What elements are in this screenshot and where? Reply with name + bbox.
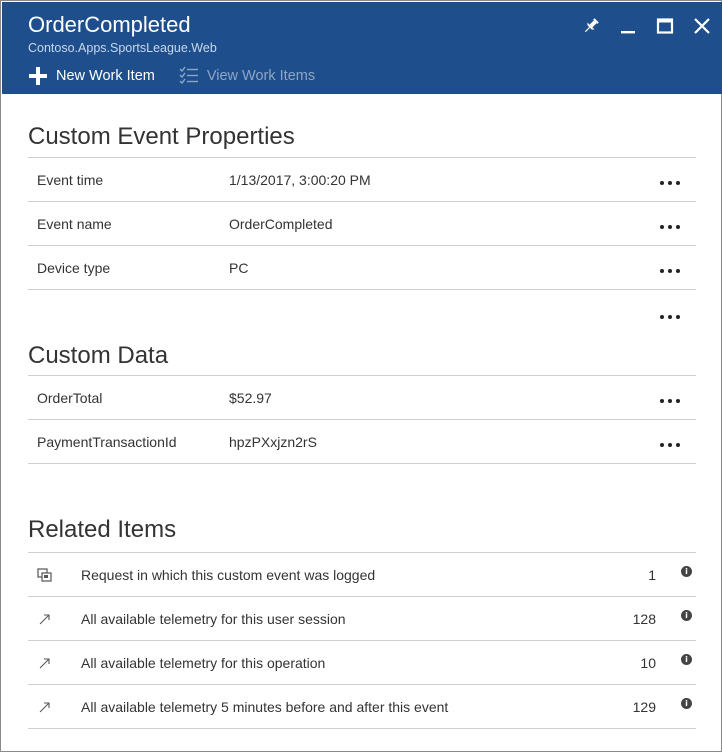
related-item-count: 128 (632, 611, 656, 627)
related-item-label: All available telemetry for this operati… (81, 655, 326, 671)
property-row-event-time: Event time 1/13/2017, 3:00:20 PM (28, 158, 696, 202)
custom-data-title: Custom Data (28, 342, 169, 369)
view-work-items-button[interactable]: View Work Items (179, 66, 315, 86)
property-value: PC (229, 260, 249, 276)
more-options-icon[interactable] (660, 388, 682, 408)
arrow-link-icon (37, 611, 53, 627)
more-options-icon[interactable] (660, 432, 682, 452)
custom-event-properties-table: Event time 1/13/2017, 3:00:20 PM Event n… (28, 157, 696, 290)
info-icon[interactable]: i (681, 698, 692, 709)
info-icon[interactable]: i (681, 654, 692, 665)
property-key: Event time (37, 172, 104, 188)
related-item-user-session[interactable]: All available telemetry for this user se… (28, 597, 696, 641)
related-items-list: Request in which this custom event was l… (28, 552, 696, 729)
related-item-label: All available telemetry for this user se… (81, 611, 346, 627)
related-item-label: All available telemetry 5 minutes before… (81, 699, 449, 715)
property-value: $52.97 (229, 390, 272, 406)
arrow-link-icon (37, 699, 53, 715)
property-key: PaymentTransactionId (37, 434, 177, 450)
blade-subtitle: Contoso.Apps.SportsLeague.Web (28, 41, 217, 55)
minimize-icon[interactable] (616, 14, 640, 38)
more-options-icon[interactable] (660, 258, 682, 278)
info-icon[interactable]: i (681, 610, 692, 621)
property-row-device-type: Device type PC (28, 246, 696, 290)
section-actions (28, 290, 696, 334)
custom-data-row-order-total: OrderTotal $52.97 (28, 376, 696, 420)
custom-event-properties-title: Custom Event Properties (28, 123, 295, 150)
plus-icon (28, 66, 48, 86)
blade-header: OrderCompleted Contoso.Apps.SportsLeague… (2, 2, 722, 94)
request-icon (37, 567, 53, 583)
command-bar: New Work Item View Work Items (28, 64, 339, 88)
property-key: OrderTotal (37, 390, 103, 406)
related-item-operation[interactable]: All available telemetry for this operati… (28, 641, 696, 685)
new-work-item-button[interactable]: New Work Item (28, 66, 155, 86)
arrow-link-icon (37, 655, 53, 671)
custom-data-table: OrderTotal $52.97 PaymentTransactionId h… (28, 375, 696, 464)
close-icon[interactable] (690, 14, 714, 38)
new-work-item-label: New Work Item (56, 68, 155, 84)
related-item-count: 10 (640, 655, 656, 671)
related-item-count: 1 (648, 567, 656, 583)
related-item-time-window[interactable]: All available telemetry 5 minutes before… (28, 685, 696, 729)
related-items-title: Related Items (28, 516, 177, 543)
custom-data-row-payment-transaction-id: PaymentTransactionId hpzPXxjzn2rS (28, 420, 696, 464)
maximize-icon[interactable] (653, 14, 677, 38)
property-value: OrderCompleted (229, 216, 333, 232)
more-options-icon[interactable] (660, 170, 682, 190)
blade-window: OrderCompleted Contoso.Apps.SportsLeague… (0, 0, 722, 752)
more-options-icon[interactable] (660, 304, 682, 324)
blade-title: OrderCompleted (28, 12, 191, 37)
info-icon[interactable]: i (681, 566, 692, 577)
related-item-count: 129 (632, 699, 656, 715)
property-row-event-name: Event name OrderCompleted (28, 202, 696, 246)
more-options-icon[interactable] (660, 214, 682, 234)
blade-content: Custom Event Properties Event time 1/13/… (28, 94, 696, 729)
window-controls (566, 14, 714, 38)
property-key: Device type (37, 260, 111, 276)
view-work-items-label: View Work Items (206, 68, 316, 84)
related-item-request[interactable]: Request in which this custom event was l… (28, 553, 696, 597)
property-key: Event name (37, 216, 112, 232)
property-value: hpzPXxjzn2rS (229, 434, 317, 450)
property-value: 1/13/2017, 3:00:20 PM (229, 172, 371, 188)
related-item-label: Request in which this custom event was l… (81, 567, 376, 583)
pin-icon[interactable] (579, 14, 603, 38)
checklist-icon (179, 66, 199, 86)
